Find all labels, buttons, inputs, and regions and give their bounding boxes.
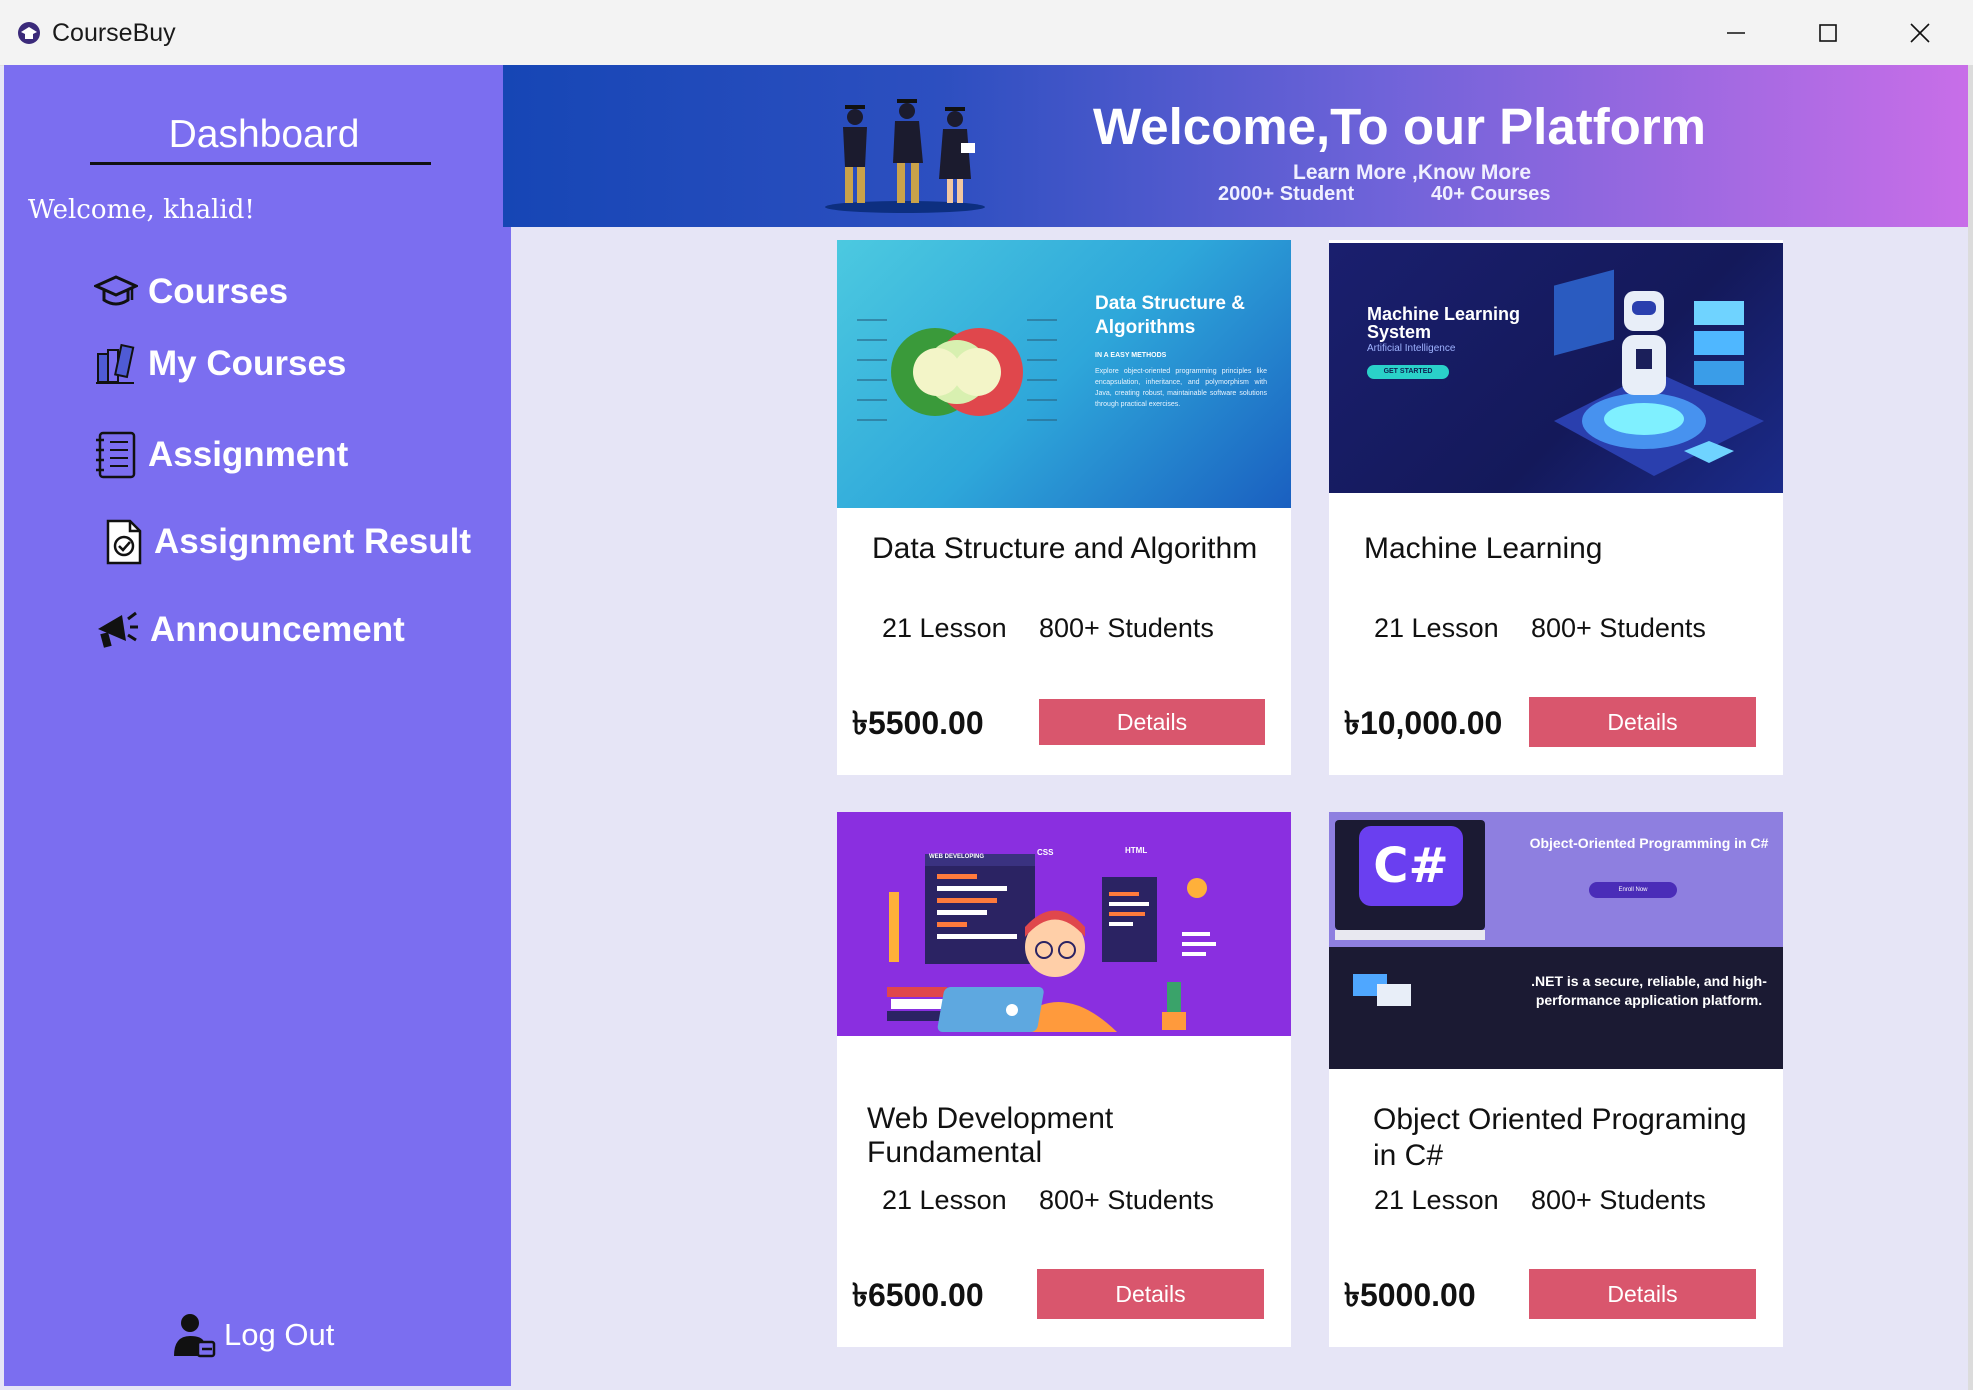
- logout-label: Log Out: [224, 1317, 335, 1352]
- details-button[interactable]: Details: [1529, 697, 1756, 747]
- minimize-button[interactable]: [1700, 8, 1772, 58]
- document-check-icon: [106, 519, 142, 565]
- course-thumbnail: Data Structure & Algorithms IN A EASY ME…: [837, 240, 1291, 508]
- thumb-tag: IN A EASY METHODS: [1095, 352, 1167, 359]
- course-card: Machine Learning System Artificial Intel…: [1329, 240, 1783, 775]
- thumb-tag: Artificial Intelligence: [1367, 343, 1456, 354]
- course-card: C# Object-Oriented Programming in C# Enr…: [1329, 812, 1783, 1347]
- sidebar: Dashboard Welcome, khalid! Courses My Co…: [4, 65, 511, 1386]
- sidebar-title: Dashboard: [168, 113, 360, 156]
- sidebar-item-label: Announcement: [150, 610, 405, 649]
- sidebar-title-underline: [90, 162, 431, 165]
- welcome-banner: Welcome,To our Platform Learn More ,Know…: [503, 65, 1968, 227]
- megaphone-icon: [98, 611, 138, 648]
- course-title: Data Structure and Algorithm: [872, 532, 1258, 565]
- close-button[interactable]: [1884, 8, 1956, 58]
- thumb-description: Explore object-oriented programming prin…: [1095, 368, 1267, 408]
- thumb-tag: WEB DEVELOPING: [929, 854, 985, 860]
- banner-student-count: 2000+ Student: [1218, 183, 1355, 205]
- window-title: CourseBuy: [52, 19, 176, 47]
- course-title: Web Development Fundamental: [867, 1102, 1114, 1169]
- close-icon: [1910, 23, 1930, 43]
- lesson-count: 21 Lesson: [1374, 1185, 1499, 1215]
- sidebar-item-label: Assignment: [148, 435, 349, 474]
- thumb-heading: Object-Oriented Programming in C#: [1529, 835, 1769, 851]
- web-developer-illustration: [887, 854, 1216, 1032]
- app-window: CourseBuy Dashboard Welcome, khalid! Cou…: [0, 0, 1973, 1390]
- sidebar-item-label: My Courses: [148, 344, 347, 383]
- course-price: ৳5000.00: [1344, 1277, 1476, 1313]
- sidebar-item-courses[interactable]: Courses: [94, 272, 288, 312]
- banner-subtitle: Learn More ,Know More: [1293, 161, 1532, 184]
- sidebar-item-label: Courses: [148, 272, 289, 311]
- thumb-get-started: GET STARTED: [1367, 365, 1449, 379]
- graduation-cap-icon: [94, 275, 138, 306]
- sidebar-item-my-courses[interactable]: My Courses: [94, 342, 346, 386]
- course-thumbnail: C# Object-Oriented Programming in C# Enr…: [1329, 812, 1783, 1069]
- user-logout-icon: [174, 1314, 216, 1358]
- notebook-icon: [96, 431, 136, 479]
- thumb-html: HTML: [1125, 846, 1148, 855]
- course-card: Data Structure & Algorithms IN A EASY ME…: [837, 240, 1291, 775]
- welcome-message: Welcome, khalid!: [28, 195, 255, 225]
- thumb-heading: Data Structure & Algorithms: [1095, 293, 1245, 338]
- monitor-base: [1335, 930, 1485, 940]
- thumb-heading: Machine Learning System: [1367, 304, 1521, 342]
- logout-button[interactable]: Log Out: [172, 1312, 334, 1358]
- lesson-count: 21 Lesson: [882, 1185, 1007, 1215]
- course-price: ৳6500.00: [852, 1277, 984, 1313]
- course-price: ৳5500.00: [852, 705, 984, 741]
- course-price: ৳10,000.00: [1344, 705, 1503, 741]
- window-right-edge: [1968, 65, 1973, 1390]
- dsa-diagram-illustration: [857, 319, 1057, 421]
- books-icon: [96, 343, 135, 384]
- banner-title: Welcome,To our Platform: [1093, 98, 1707, 155]
- student-count: 800+ Students: [1531, 613, 1706, 643]
- network-illustration: [1353, 974, 1411, 1006]
- sidebar-item-assignment[interactable]: Assignment: [94, 430, 348, 480]
- csharp-logo: C#: [1359, 826, 1463, 906]
- course-title: Object Oriented Programing in C#: [1373, 1103, 1747, 1172]
- app-logo-icon: [18, 22, 40, 44]
- thumb-css: CSS: [1037, 848, 1054, 857]
- thumb-description: .NET is a secure, reliable, and high-per…: [1531, 973, 1767, 1008]
- sidebar-item-label: Assignment Result: [154, 522, 471, 561]
- course-title: Machine Learning: [1364, 532, 1603, 565]
- student-count: 800+ Students: [1039, 1185, 1214, 1215]
- maximize-button[interactable]: [1792, 8, 1864, 58]
- course-thumbnail: WEB DEVELOPING CSS HTML: [837, 812, 1291, 1036]
- graduates-illustration: [825, 99, 985, 213]
- robot-illustration: [1554, 269, 1764, 476]
- title-bar: CourseBuy: [0, 0, 1973, 66]
- student-count: 800+ Students: [1531, 1185, 1706, 1215]
- lesson-count: 21 Lesson: [882, 613, 1007, 643]
- details-button[interactable]: Details: [1037, 1269, 1264, 1319]
- lesson-count: 21 Lesson: [1374, 613, 1499, 643]
- details-button[interactable]: Details: [1529, 1269, 1756, 1319]
- course-card: WEB DEVELOPING CSS HTML Web Development …: [837, 812, 1291, 1347]
- sidebar-item-announcement[interactable]: Announcement: [94, 607, 405, 653]
- banner-course-count: 40+ Courses: [1431, 183, 1551, 205]
- sidebar-item-assignment-result[interactable]: Assignment Result: [104, 518, 471, 566]
- details-button[interactable]: Details: [1039, 699, 1265, 745]
- student-count: 800+ Students: [1039, 613, 1214, 643]
- course-thumbnail: Machine Learning System Artificial Intel…: [1329, 243, 1783, 493]
- maximize-icon: [1819, 24, 1837, 42]
- minimize-icon: [1727, 32, 1745, 34]
- thumb-enroll-now: Enroll Now: [1589, 882, 1677, 898]
